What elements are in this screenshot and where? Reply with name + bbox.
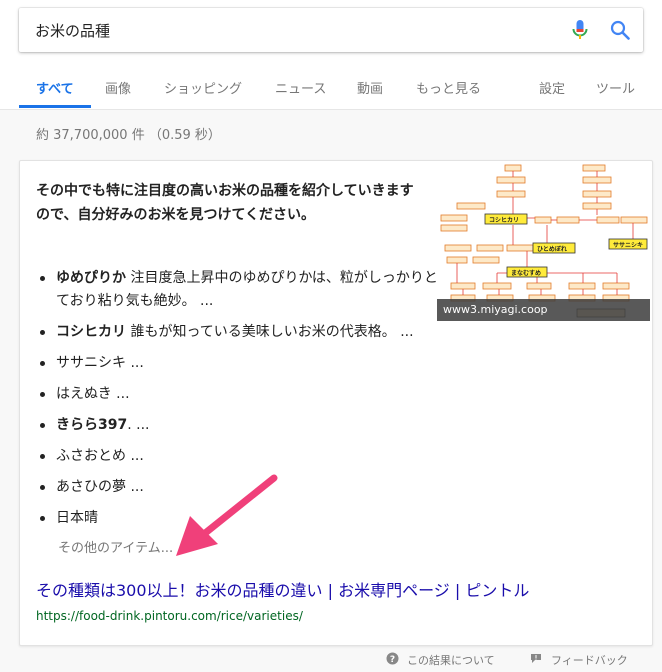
thumbnail-caption: www3.miyagi.coop (437, 299, 650, 321)
help-icon[interactable]: ? (386, 652, 399, 665)
tab-videos[interactable]: 動画 (357, 78, 383, 97)
more-items-link[interactable]: その他のアイテム... (58, 537, 173, 556)
thumbnail-label: ササニシキ (613, 242, 643, 249)
search-results-page: お米の品種 すべて 画像 ショッピング ニュース 動画 もっと見る 設定 ツール… (0, 0, 662, 672)
result-title-link[interactable]: その種類は300以上！お米の品種の違い | お米専門ページ | ピントル (36, 577, 529, 601)
snippet-thumbnail[interactable]: コシヒカリ ひとめぼれ ササニシキ まなむすめ www3.miyagi.coop (437, 163, 650, 321)
search-tabs: すべて 画像 ショッピング ニュース 動画 もっと見る 設定 ツール (0, 72, 662, 110)
item-bold: コシヒカリ (56, 324, 126, 340)
list-item: コシヒカリ 誰もが知っている美味しいお米の代表格。 ... (36, 321, 456, 344)
active-tab-indicator (19, 105, 91, 108)
list-item: きらら397. ... (36, 414, 456, 437)
tab-settings[interactable]: 設定 (539, 78, 565, 97)
tab-more[interactable]: もっと見る (416, 78, 481, 97)
tab-shopping[interactable]: ショッピング (164, 78, 242, 97)
list-item: ふさおとめ ... (36, 445, 456, 468)
thumbnail-source: www3.miyagi.coop (443, 303, 548, 316)
item-text: ササニシキ ... (56, 355, 144, 371)
tab-news[interactable]: ニュース (275, 78, 326, 97)
result-url: https://food-drink.pintoru.com/rice/vari… (36, 609, 303, 623)
tab-tools[interactable]: ツール (596, 78, 635, 97)
feedback-icon[interactable] (530, 653, 542, 664)
thumbnail-label: ひとめぼれ (537, 245, 567, 253)
item-bold: ゆめぴりか (56, 270, 126, 286)
rice-lineage-diagram: コシヒカリ ひとめぼれ ササニシキ まなむすめ (440, 164, 648, 318)
item-text: はえぬき ... (56, 386, 130, 402)
search-box[interactable]: お米の品種 (19, 8, 643, 52)
tab-images[interactable]: 画像 (105, 78, 131, 97)
item-bold: きらら397 (56, 417, 128, 433)
about-result-link[interactable]: この結果について (407, 652, 495, 668)
list-item: ササニシキ ... (36, 352, 456, 375)
pink-arrow-annotation (176, 474, 278, 556)
item-text: ふさおとめ ... (56, 448, 144, 464)
result-stats: 約 37,700,000 件 （0.59 秒） (36, 128, 221, 143)
featured-snippet-card: その中でも特に注目度の高いお米の品種を紹介していきますので、自分好みのお米を見つ… (19, 160, 653, 646)
snippet-lead-text: その中でも特に注目度の高いお米の品種を紹介していきますので、自分好みのお米を見つ… (36, 183, 414, 223)
search-input[interactable]: お米の品種 (35, 20, 110, 41)
item-text: . ... (127, 417, 150, 433)
item-text: あさひの夢 ... (56, 479, 144, 495)
item-text: 日本晴 (56, 510, 98, 526)
footer: ? この結果について フィードバック (0, 644, 662, 672)
item-text: 誰もが知っている美味しいお米の代表格。 ... (126, 324, 414, 340)
thumbnail-label: コシヒカリ (489, 217, 519, 224)
svg-text:?: ? (390, 655, 395, 665)
microphone-icon[interactable] (570, 19, 590, 41)
tab-all[interactable]: すべて (36, 78, 74, 97)
search-icon[interactable] (610, 20, 630, 40)
thumbnail-label: まなむすめ (511, 269, 541, 277)
feedback-link[interactable]: フィードバック (551, 652, 628, 668)
list-item: ゆめぴりか 注目度急上昇中のゆめぴりかは、粒がしっかりとしており粘り気も絶妙。 … (36, 267, 456, 313)
list-item: はえぬき ... (36, 383, 456, 406)
